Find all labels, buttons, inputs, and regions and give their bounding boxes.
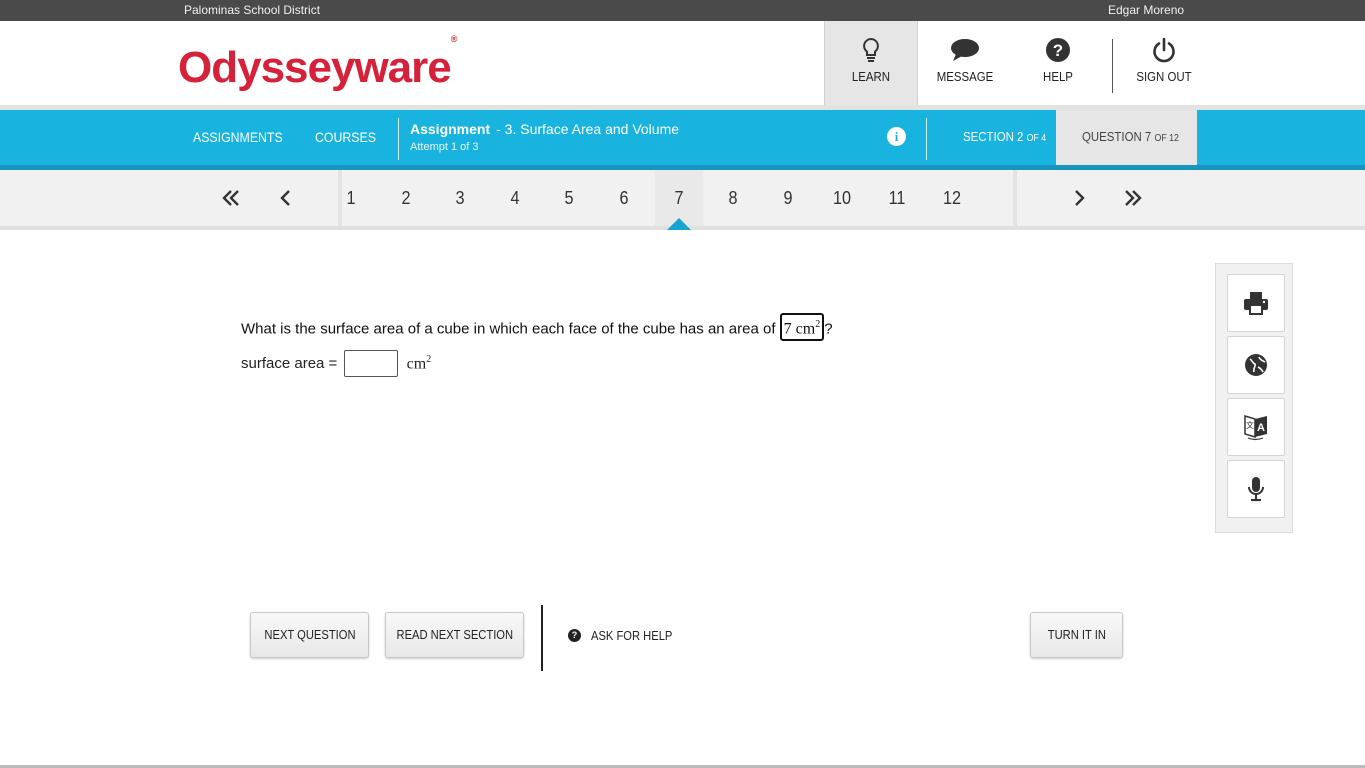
translate-icon: A 文 [1244,414,1267,441]
sign-out-label: SIGN OUT [1136,69,1192,84]
first-page-icon[interactable] [219,186,243,210]
tool-panel: A 文 [1215,263,1293,533]
face-area-value: 7 cm2 [779,313,825,342]
logo-registered-mark: ® [450,34,458,45]
svg-text:?: ? [1053,41,1063,60]
page-number-4[interactable]: 4 [490,170,539,226]
chat-bubble-icon [951,39,979,61]
question-text: What is the surface area of a cube in wh… [241,320,776,338]
info-icon[interactable]: i [887,127,906,146]
nav-divider [1112,39,1113,93]
next-page-icon[interactable] [1067,186,1091,210]
answer-label: surface area = [241,355,338,372]
page-number-3[interactable]: 3 [436,170,485,226]
page-number-5[interactable]: 5 [545,170,594,226]
learn-label: LEARN [851,69,891,84]
page-number-8[interactable]: 8 [709,170,758,226]
learn-button[interactable]: LEARN [824,21,918,105]
svg-text:A: A [1257,422,1265,434]
answer-unit: cm2 [407,354,432,373]
assignment-name: - 3. Surface Area and Volume [496,121,680,137]
ask-for-help-link[interactable]: ? ASK FOR HELP [568,628,686,643]
print-button[interactable] [1227,274,1285,332]
page-number-9[interactable]: 9 [763,170,812,226]
question-circle-icon: ? [568,629,581,642]
question-of: OF 12 [1154,133,1179,144]
page-number-11[interactable]: 11 [873,170,922,226]
sign-out-button[interactable]: SIGN OUT [1120,21,1208,105]
help-icon: ? [1046,38,1070,62]
header: Odysseyware® LEARN MESSAGE ? HELP SIGN O… [0,21,1365,105]
section-of: OF 4 [1026,133,1047,144]
face-area-number: 7 cm [783,320,816,338]
question-prompt: What is the surface area of a cube in wh… [241,313,833,342]
question-indicator: QUESTION 7 OF 12 [1082,129,1179,144]
globe-button[interactable] [1227,336,1285,394]
courses-link[interactable]: COURSES [315,129,376,145]
globe-icon [1245,354,1267,376]
assignment-bar: ASSIGNMENTS COURSES Assignment - 3. Surfa… [0,110,1365,170]
read-next-section-label: READ NEXT SECTION [396,627,513,642]
surface-area-input[interactable] [344,350,399,377]
assignment-title: Assignment - 3. Surface Area and Volume [410,121,679,137]
bar-divider [926,118,927,160]
ask-for-help-label: ASK FOR HELP [591,628,673,643]
page-number-2[interactable]: 2 [381,170,430,226]
message-label: MESSAGE [936,69,994,84]
assignments-link[interactable]: ASSIGNMENTS [193,129,283,145]
assignment-label: Assignment [410,121,491,137]
microphone-icon [1248,477,1264,502]
bar-divider [398,118,399,160]
translate-button[interactable]: A 文 [1227,398,1285,456]
read-next-section-button[interactable]: READ NEXT SECTION [385,612,524,658]
pager-divider [1013,170,1017,226]
lightbulb-icon [863,37,879,62]
next-question-label: NEXT QUESTION [263,627,356,642]
previous-page-icon[interactable] [274,186,298,210]
logo-text: Odysseyware [178,43,452,92]
help-label: HELP [1043,69,1073,84]
answer-row: surface area = cm2 [241,350,431,377]
district-name: Palominas School District [184,3,321,17]
section-indicator: SECTION 2 OF 4 [963,129,1046,144]
footer-divider [541,605,543,671]
microphone-button[interactable] [1227,460,1285,518]
next-question-button[interactable]: NEXT QUESTION [250,612,369,658]
active-page-caret [667,218,691,230]
turn-it-in-button[interactable]: TURN IT IN [1030,612,1123,658]
page-number-6[interactable]: 6 [600,170,649,226]
question-label: QUESTION 7 [1082,129,1152,144]
svg-text:文: 文 [1246,420,1254,430]
question-mark: ? [824,320,833,338]
page-number-1[interactable]: 1 [327,170,376,226]
section-label: SECTION 2 [963,129,1024,144]
user-name[interactable]: Edgar Moreno [1108,3,1184,17]
page-number-12[interactable]: 12 [927,170,976,226]
odysseyware-logo[interactable]: Odysseyware® [178,34,457,93]
face-area-exponent: 2 [815,319,821,330]
top-bar: Palominas School District Edgar Moreno [0,0,1365,21]
message-button[interactable]: MESSAGE [918,21,1012,105]
page-number-10[interactable]: 10 [818,170,867,226]
last-page-icon[interactable] [1121,186,1145,210]
unit-text: cm [406,355,427,373]
power-icon [1153,37,1175,63]
unit-exponent: 2 [426,353,432,365]
help-button[interactable]: ? HELP [1012,21,1104,105]
printer-icon [1244,292,1268,315]
turn-it-in-label: TURN IT IN [1047,627,1106,642]
attempt-text: Attempt 1 of 3 [410,141,479,153]
